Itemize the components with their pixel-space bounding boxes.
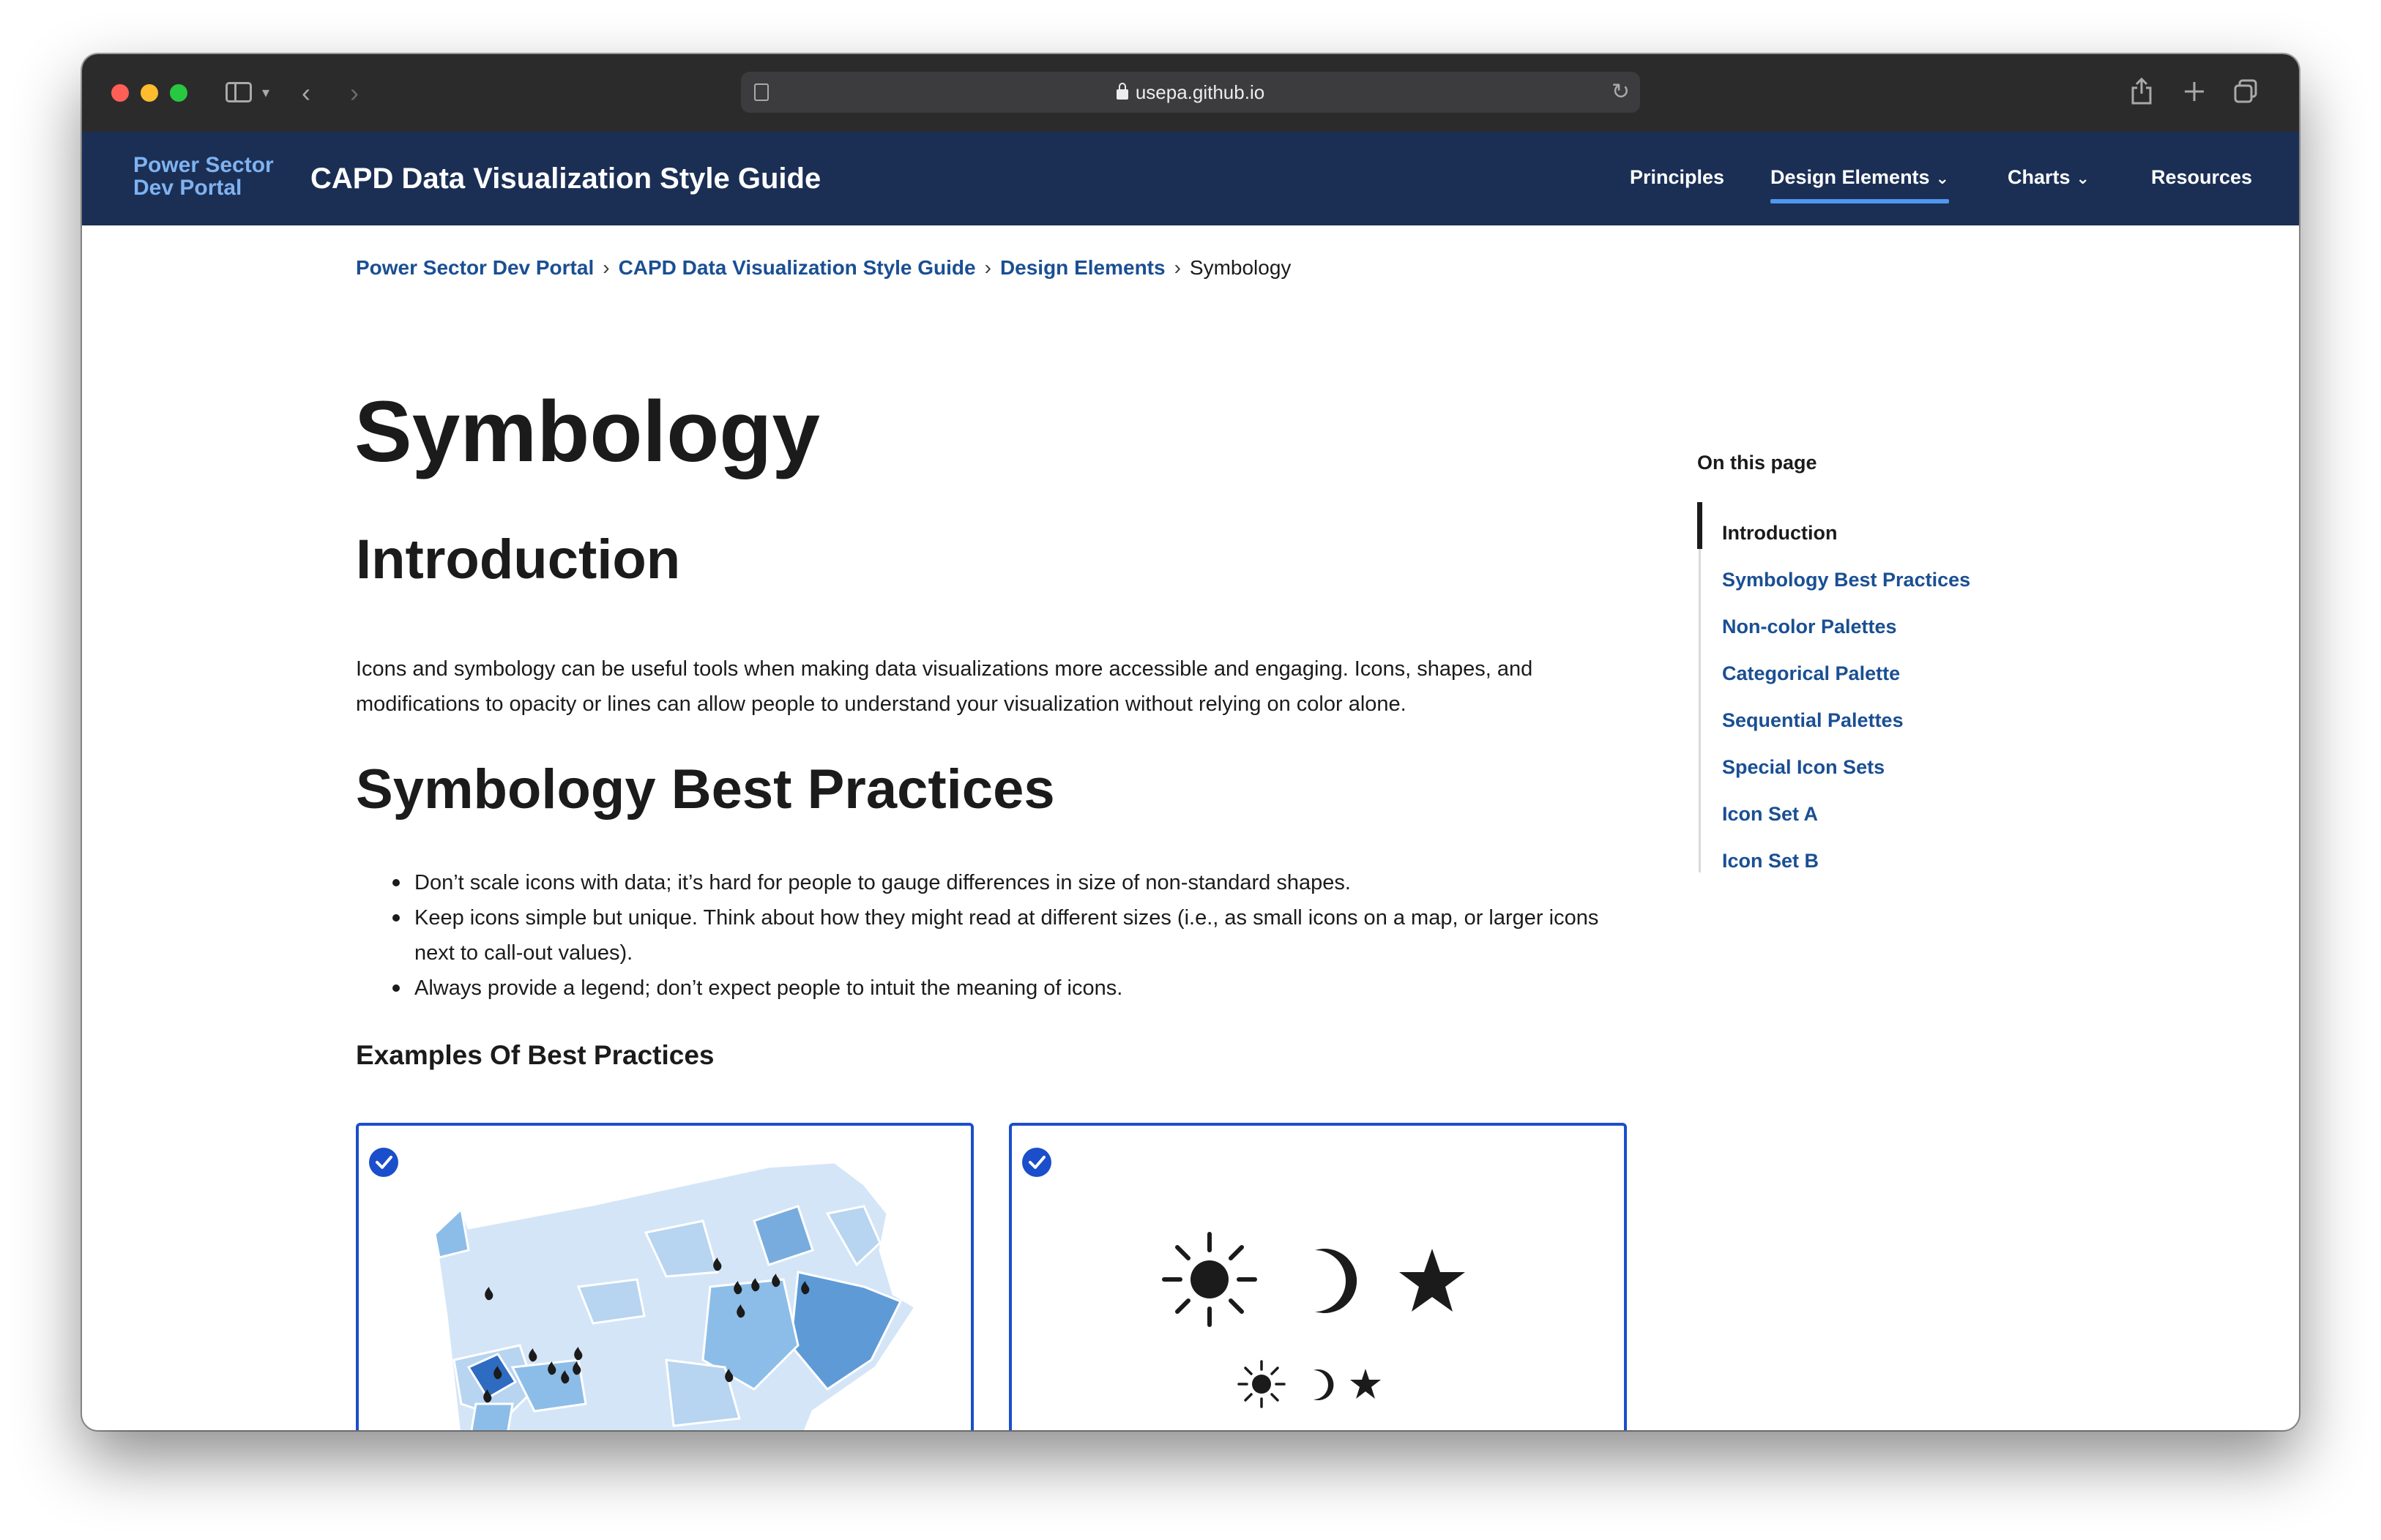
breadcrumb-separator: › (984, 256, 991, 279)
toc-active-indicator (1697, 502, 1702, 549)
site-title[interactable]: CAPD Data Visualization Style Guide (310, 161, 821, 196)
moon-icon-small (1314, 1369, 1334, 1400)
portal-logo-link[interactable]: Power Sector Dev Portal (133, 154, 274, 199)
sidebar-toggle-icon[interactable] (226, 82, 252, 102)
toc-heading: On this page (1697, 452, 1817, 474)
share-icon[interactable] (2131, 76, 2153, 105)
toc-item-sequential-palettes[interactable]: Sequential Palettes (1722, 697, 1970, 744)
check-icon (1022, 1148, 1051, 1177)
toc-item-special-icon-sets[interactable]: Special Icon Sets (1722, 744, 1970, 790)
introduction-paragraph: Icons and symbology can be useful tools … (356, 651, 1644, 722)
url-text: usepa.github.io (1135, 81, 1265, 103)
site-header: Power Sector Dev Portal CAPD Data Visual… (82, 132, 2299, 225)
nav-resources[interactable]: Resources (2151, 162, 2252, 192)
toc-item-non-color-palettes[interactable]: Non-color Palettes (1722, 603, 1970, 650)
list-item: Don’t scale icons with data; it’s hard f… (356, 865, 1644, 900)
address-bar[interactable]: usepa.github.io ↻ (741, 72, 1640, 113)
breadcrumb-link-design-elements[interactable]: Design Elements (1000, 256, 1166, 279)
example-card-map (356, 1123, 974, 1430)
nav-charts[interactable]: Charts ⌄ (2008, 162, 2090, 193)
list-item: Keep icons simple but unique. Think abou… (356, 900, 1644, 971)
list-item: Always provide a legend; don’t expect pe… (356, 971, 1644, 1006)
tab-overview-icon[interactable] (2233, 79, 2258, 104)
chevron-down-icon[interactable]: ▾ (262, 76, 269, 110)
breadcrumb: Power Sector Dev Portal › CAPD Data Visual… (356, 255, 1291, 281)
introduction-heading: Introduction (356, 528, 681, 591)
nav-charts-label: Charts (2008, 166, 2071, 188)
browser-window: ▾ ‹ › usepa.github.io ↻ Power Sector Dev… (82, 54, 2299, 1430)
page-title: Symbology (354, 384, 820, 480)
moon-icon-large (1315, 1249, 1357, 1313)
breadcrumb-link-style-guide[interactable]: CAPD Data Visualization Style Guide (619, 256, 976, 279)
nav-active-indicator (1770, 199, 1950, 203)
forward-arrow-icon[interactable]: › (350, 76, 359, 110)
toc-item-symbology-best-practices[interactable]: Symbology Best Practices (1722, 556, 1970, 603)
examples-heading: Examples Of Best Practices (356, 1040, 715, 1070)
toc-rail (1699, 502, 1701, 872)
toc-list: Introduction Symbology Best Practices No… (1722, 509, 1970, 884)
example-card-icons (1009, 1123, 1627, 1430)
zoom-window-button[interactable] (170, 84, 187, 102)
sun-icon-large (1162, 1232, 1257, 1327)
breadcrumb-link-portal[interactable]: Power Sector Dev Portal (356, 256, 594, 279)
breadcrumb-separator: › (603, 256, 610, 279)
chevron-down-icon: ⌄ (2076, 169, 2090, 187)
nav-principles[interactable]: Principles (1630, 162, 1724, 192)
nav-resources-label: Resources (2151, 166, 2253, 188)
minimize-window-button[interactable] (141, 84, 158, 102)
breadcrumb-separator: › (1174, 256, 1181, 279)
sun-icon-small (1237, 1360, 1286, 1408)
star-icon-large (1399, 1249, 1465, 1312)
nav-design-elements-label: Design Elements (1770, 166, 1930, 188)
portal-logo-line1: Power Sector (133, 153, 274, 177)
nav-principles-label: Principles (1630, 166, 1725, 188)
lock-icon (1116, 83, 1128, 100)
nav-design-elements[interactable]: Design Elements ⌄ (1770, 162, 1950, 203)
toc-item-icon-set-a[interactable]: Icon Set A (1722, 790, 1970, 837)
best-practices-list: Don’t scale icons with data; it’s hard f… (356, 865, 1644, 1006)
reload-icon[interactable]: ↻ (1611, 79, 1630, 105)
toc-item-categorical-palette[interactable]: Categorical Palette (1722, 650, 1970, 697)
star-icon-small (1350, 1369, 1381, 1399)
url-display[interactable]: usepa.github.io (741, 81, 1640, 104)
toc-item-icon-set-b[interactable]: Icon Set B (1722, 837, 1970, 884)
new-tab-icon[interactable] (2183, 81, 2205, 102)
breadcrumb-current: Symbology (1189, 256, 1292, 279)
chevron-down-icon: ⌄ (1935, 169, 1950, 187)
toc-item-introduction[interactable]: Introduction (1722, 509, 1970, 556)
close-window-button[interactable] (111, 84, 129, 102)
back-arrow-icon[interactable]: ‹ (302, 76, 310, 110)
portal-logo-line2: Dev Portal (133, 176, 242, 200)
pennsylvania-map (433, 1161, 917, 1430)
best-practices-heading: Symbology Best Practices (356, 758, 1055, 821)
browser-toolbar: ▾ ‹ › usepa.github.io ↻ (82, 54, 2299, 133)
intro-line-2: modifications to opacity or lines can al… (356, 692, 1406, 716)
intro-line-1: Icons and symbology can be useful tools … (356, 657, 1533, 681)
